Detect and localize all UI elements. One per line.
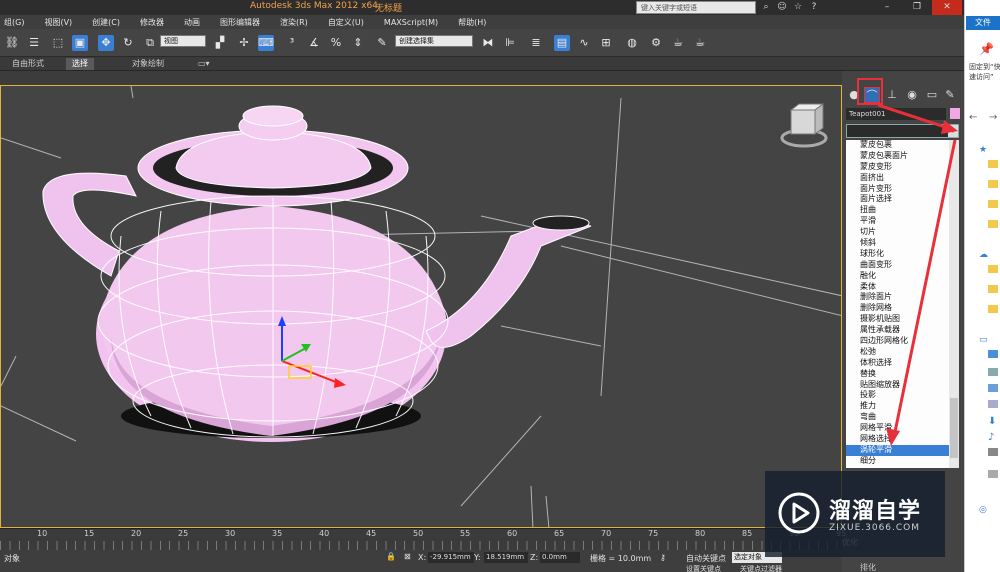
status-bar: 对象 🔒 ⊠ X: -29.915mm Y: 18.519mm Z: 0.0mm… <box>0 550 842 572</box>
tick-label: 75 <box>648 529 659 538</box>
arrow-head-2 <box>886 428 900 446</box>
documents-icon[interactable] <box>988 368 998 376</box>
key-filters-button[interactable]: 关键点过滤器 <box>740 564 782 572</box>
selection-count-label: 对象 <box>4 554 20 563</box>
key-icon[interactable]: ⚷ <box>660 553 666 562</box>
tick-label: 60 <box>507 529 518 538</box>
star-icon[interactable]: ★ <box>979 145 989 155</box>
watermark-brand: 溜溜自学 <box>829 499 922 524</box>
tick-label: 50 <box>413 529 424 538</box>
folder-icon[interactable] <box>988 180 998 188</box>
highlight-box <box>857 78 883 105</box>
tick-label: 45 <box>366 529 377 538</box>
y-coordinate-field[interactable]: 18.519mm <box>484 552 528 563</box>
tick-label: 10 <box>37 529 48 538</box>
tick-label: 30 <box>225 529 236 538</box>
download-icon[interactable]: ⬇ <box>988 416 998 427</box>
videos-icon[interactable] <box>988 400 998 408</box>
z-coordinate-field[interactable]: 0.0mm <box>540 552 580 563</box>
folder-icon[interactable] <box>988 265 998 273</box>
folder-icon[interactable] <box>988 305 998 313</box>
tick-label: 80 <box>695 529 706 538</box>
folder-icon[interactable] <box>988 200 998 208</box>
y-label: Y: <box>474 553 481 562</box>
desktop-icon[interactable] <box>988 350 998 358</box>
arrow-head-1 <box>941 120 958 134</box>
folder-icon[interactable] <box>988 160 998 168</box>
timeline[interactable]: 10 15 20 25 30 35 40 45 50 55 60 65 70 7… <box>0 528 846 550</box>
play-logo-icon <box>778 492 820 534</box>
folder-icon[interactable] <box>988 285 998 293</box>
tick-label: 55 <box>460 529 471 538</box>
pin-icon[interactable]: 📌 <box>979 42 994 56</box>
back-arrow-icon[interactable]: ← <box>969 112 977 123</box>
tick-label: 40 <box>319 529 330 538</box>
arrow-line-2 <box>893 139 957 433</box>
tick-label: 20 <box>131 529 142 538</box>
arrow-line-1 <box>877 103 946 129</box>
watermark-url: ZIXUE.3066.COM <box>829 523 921 533</box>
z-label: Z: <box>530 553 539 562</box>
set-key-button[interactable]: 设置关键点 <box>686 564 721 572</box>
pictures-icon[interactable] <box>988 384 998 392</box>
absolute-mode-icon[interactable]: ⊠ <box>404 552 411 561</box>
auto-key-button[interactable]: 自动关键点 <box>686 553 726 564</box>
tab-file[interactable]: 文件 <box>966 16 1000 30</box>
tick-label: 15 <box>84 529 95 538</box>
tick-label: 65 <box>554 529 565 538</box>
watermark: 溜溜自学 ZIXUE.3066.COM <box>765 471 945 557</box>
pin-quick-access-label: 固定到“快速访问” <box>969 63 1000 81</box>
pc-icon[interactable]: ▭ <box>979 335 989 345</box>
cloud-icon[interactable]: ☁ <box>979 250 989 260</box>
x-label: X: <box>418 553 427 562</box>
forward-arrow-icon[interactable]: → <box>989 112 997 123</box>
file-explorer-panel: 文件 📌 固定到“快速访问” ← → ★ ☁ ▭ ⬇ ♪ ◎ <box>964 0 1000 572</box>
grid-size-label: 栅格 = 10.0mm <box>590 554 652 563</box>
timeline-ticks <box>0 541 842 550</box>
lock-icon[interactable]: 🔒 <box>386 552 396 561</box>
music-icon[interactable]: ♪ <box>988 432 998 443</box>
tick-label: 35 <box>272 529 283 538</box>
tick-label: 85 <box>742 529 753 538</box>
folder-icon[interactable] <box>988 220 998 228</box>
tick-label: 70 <box>601 529 612 538</box>
tick-label: 25 <box>178 529 189 538</box>
network-icon[interactable]: ◎ <box>979 505 989 515</box>
x-coordinate-field[interactable]: -29.915mm <box>428 552 474 563</box>
drive-icon[interactable] <box>988 470 998 478</box>
drive-icon[interactable] <box>988 448 998 456</box>
